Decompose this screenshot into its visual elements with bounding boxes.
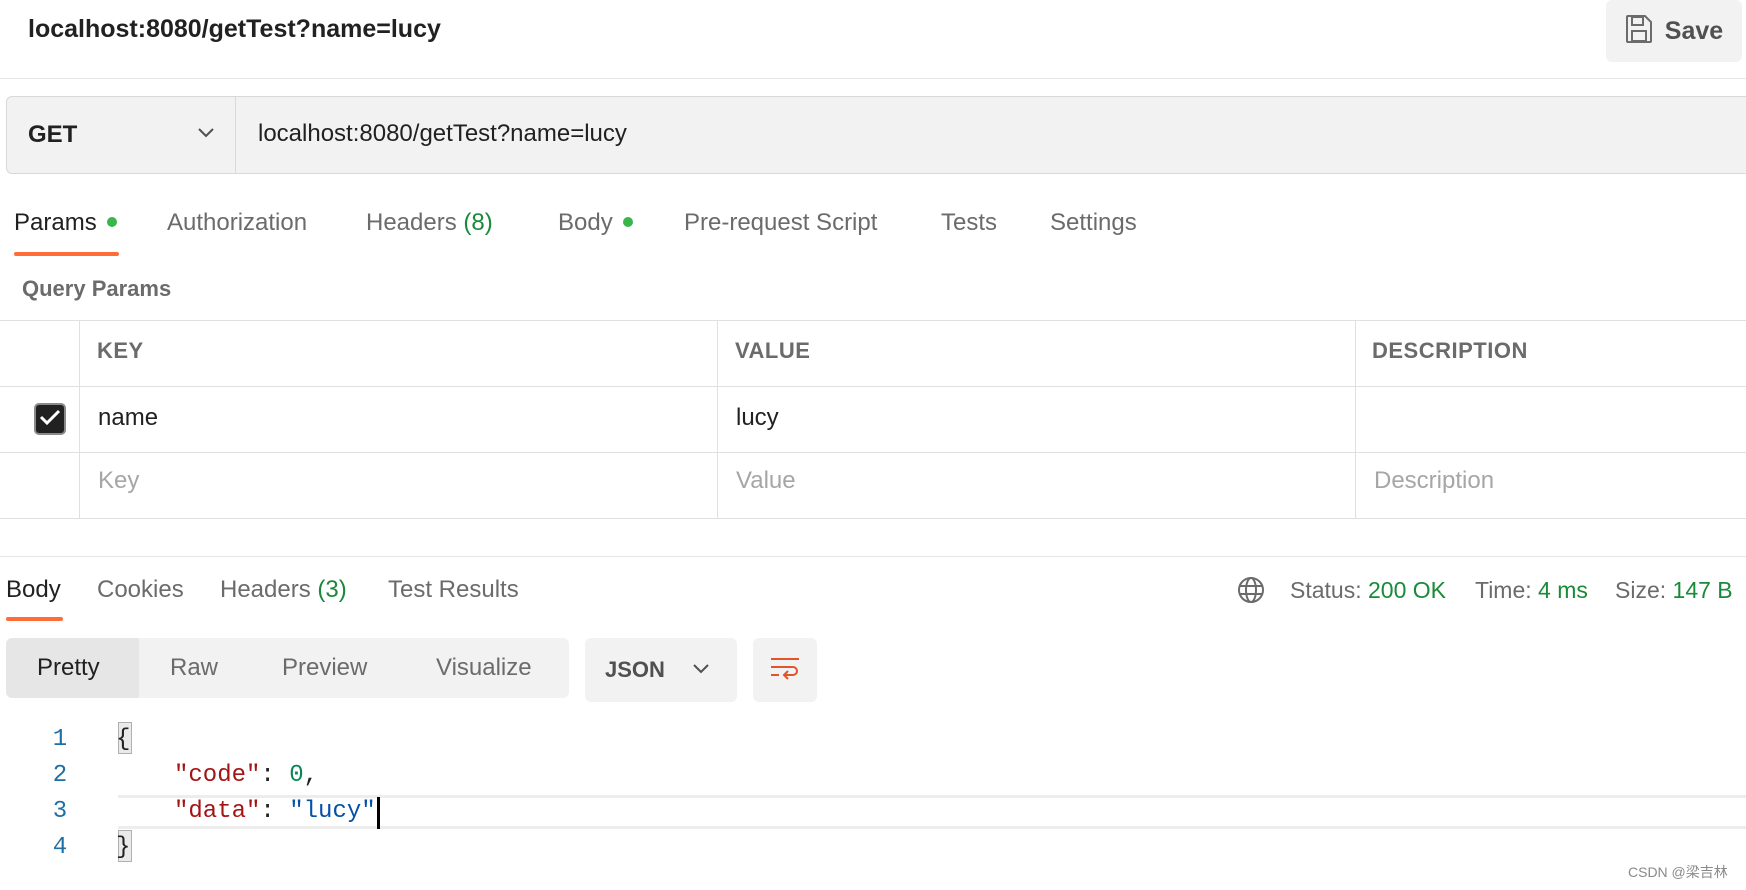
status-value: 200 OK	[1368, 577, 1446, 603]
url-input[interactable]: localhost:8080/getTest?name=lucy	[258, 114, 627, 154]
line-number: 3	[52, 798, 68, 825]
new-key-input[interactable]: Key	[98, 467, 139, 495]
response-time[interactable]: Time: 4 ms	[1475, 573, 1588, 607]
tab-authorization[interactable]: Authorization	[167, 206, 307, 240]
line-number: 4	[52, 834, 68, 861]
code-line[interactable]: "data": "lucy"	[174, 794, 376, 830]
column-header-description: DESCRIPTION	[1372, 338, 1528, 363]
format-select[interactable]: JSON	[585, 638, 737, 702]
json-key: "data"	[174, 798, 261, 825]
table-col-divider	[1355, 320, 1356, 518]
new-description-input[interactable]: Description	[1374, 467, 1494, 495]
tab-pre-request-script[interactable]: Pre-request Script	[684, 206, 877, 240]
active-tab-underline	[14, 252, 119, 256]
tab-body[interactable]: Body	[558, 206, 633, 240]
table-border-top	[0, 320, 1746, 321]
method-select[interactable]: GET	[6, 96, 236, 174]
table-col-divider	[79, 320, 80, 518]
save-label: Save	[1664, 16, 1724, 45]
method-label: GET	[28, 121, 78, 148]
tab-settings[interactable]: Settings	[1050, 206, 1137, 240]
line-number: 1	[52, 726, 68, 753]
response-tab-test-results[interactable]: Test Results	[388, 573, 519, 607]
view-preview-button[interactable]: Preview	[282, 650, 367, 686]
floppy-disk-icon	[1625, 14, 1653, 49]
response-tab-headers-count: (3)	[317, 576, 347, 603]
code-line[interactable]: }	[116, 830, 130, 866]
checkmark-icon	[39, 408, 61, 431]
response-size[interactable]: Size: 147 B	[1615, 573, 1733, 607]
param-enabled-checkbox[interactable]	[34, 403, 66, 435]
tab-params[interactable]: Params	[14, 206, 117, 240]
text-wrap-icon	[769, 654, 801, 687]
view-raw-button[interactable]: Raw	[170, 650, 218, 686]
format-label: JSON	[605, 657, 665, 682]
query-params-title: Query Params	[22, 276, 172, 301]
tab-params-label: Params	[14, 209, 97, 236]
table-border-bottom	[0, 518, 1746, 519]
json-number: 0	[289, 762, 304, 789]
tab-headers[interactable]: Headers (8)	[366, 206, 493, 240]
table-col-divider	[717, 320, 718, 518]
column-header-value: VALUE	[735, 338, 811, 363]
code-line[interactable]: {	[116, 722, 130, 758]
response-tab-headers-label: Headers	[220, 576, 311, 603]
save-button[interactable]: Save	[1606, 0, 1742, 62]
param-key-cell[interactable]: name	[98, 404, 158, 432]
time-value: 4 ms	[1538, 577, 1588, 603]
column-header-key: KEY	[97, 338, 144, 363]
active-response-tab-underline	[6, 617, 63, 621]
request-title[interactable]: localhost:8080/getTest?name=lucy	[28, 12, 441, 46]
json-sep: :	[260, 798, 290, 825]
response-status[interactable]: Status: 200 OK	[1290, 573, 1446, 607]
globe-icon[interactable]	[1236, 575, 1266, 610]
header-divider	[0, 78, 1746, 79]
param-value-cell[interactable]: lucy	[736, 404, 779, 432]
response-divider	[0, 556, 1746, 557]
tab-body-label: Body	[558, 209, 613, 236]
params-indicator-dot	[106, 216, 117, 227]
watermark: CSDN @梁吉林	[1628, 864, 1728, 880]
response-tab-body[interactable]: Body	[6, 573, 61, 607]
line-number: 2	[52, 762, 68, 789]
code-line[interactable]: "code": 0,	[174, 758, 318, 794]
response-tab-cookies[interactable]: Cookies	[97, 573, 184, 607]
table-header-divider	[0, 386, 1746, 387]
view-visualize-button[interactable]: Visualize	[436, 650, 532, 686]
json-key: "code"	[174, 762, 261, 789]
new-value-input[interactable]: Value	[736, 467, 796, 495]
tab-headers-count: (8)	[463, 209, 493, 236]
chevron-down-icon	[196, 126, 216, 145]
wrap-toggle-button[interactable]	[753, 638, 817, 702]
status-label: Status:	[1290, 577, 1362, 603]
time-label: Time:	[1475, 577, 1532, 603]
response-tab-headers[interactable]: Headers (3)	[220, 573, 347, 607]
json-comma: ,	[303, 762, 319, 789]
json-string: "lucy"	[289, 798, 376, 825]
size-label: Size:	[1615, 577, 1667, 603]
tab-tests[interactable]: Tests	[941, 206, 997, 240]
view-pretty-button[interactable]: Pretty	[37, 650, 100, 686]
chevron-down-icon	[691, 662, 711, 681]
body-indicator-dot	[622, 216, 633, 227]
size-value: 147 B	[1672, 577, 1733, 603]
table-row-divider	[0, 452, 1746, 453]
tab-headers-label: Headers	[366, 209, 457, 236]
json-sep: :	[260, 762, 290, 789]
text-cursor	[377, 797, 380, 829]
